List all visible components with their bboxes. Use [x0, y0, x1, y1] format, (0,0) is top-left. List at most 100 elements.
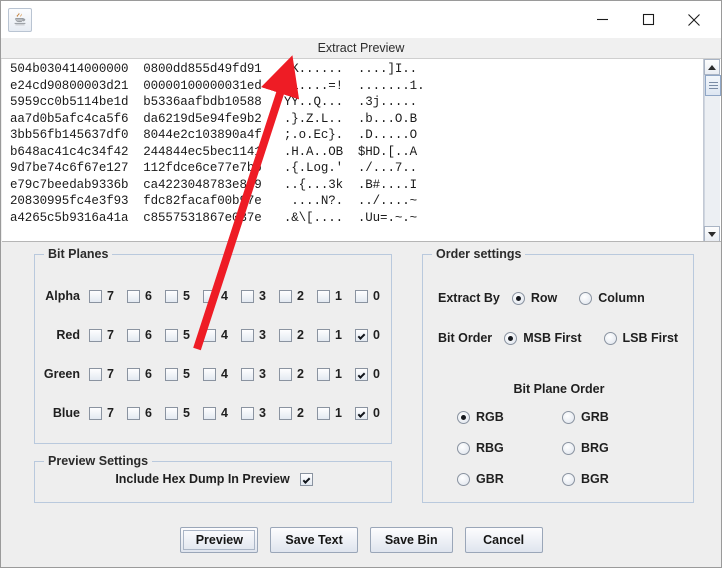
- bit-plane-cell: 5: [165, 406, 203, 420]
- radio-rgb-label: RGB: [476, 410, 504, 424]
- checkbox-green-bit-6[interactable]: [127, 367, 140, 381]
- bit-plane-channel-label: Green: [43, 367, 80, 381]
- bit-index-label: 3: [259, 328, 266, 342]
- checkbox-red-bit-5[interactable]: [165, 328, 178, 342]
- checkbox-red-bit-0[interactable]: [355, 328, 368, 342]
- minimize-icon[interactable]: [579, 2, 625, 38]
- radio-grb-label: GRB: [581, 410, 609, 424]
- scrollbar-thumb[interactable]: [705, 75, 721, 96]
- radio-grb[interactable]: [562, 410, 575, 424]
- radio-brg[interactable]: [562, 441, 575, 455]
- radio-rgb[interactable]: [457, 410, 470, 424]
- checkbox-blue-bit-4[interactable]: [203, 406, 216, 420]
- extract-by-row: Extract By Row Column: [438, 291, 645, 305]
- bit-plane-row-red: Red 7 6 5 4 3 2 1 0: [35, 324, 393, 346]
- bit-plane-order-option-brg[interactable]: BRG: [562, 441, 667, 455]
- radio-column[interactable]: [579, 291, 593, 305]
- radio-lsb-first[interactable]: [603, 331, 617, 345]
- maximize-icon[interactable]: [625, 2, 671, 38]
- checkbox-alpha-bit-4[interactable]: [203, 289, 216, 303]
- preview-settings-group: Preview Settings Include Hex Dump In Pre…: [34, 454, 392, 503]
- bit-plane-order-option-grb[interactable]: GRB: [562, 410, 667, 424]
- checkbox-blue-bit-5[interactable]: [165, 406, 178, 420]
- bit-plane-cell: 6: [127, 367, 165, 381]
- bit-index-label: 4: [221, 289, 228, 303]
- checkbox-green-bit-1[interactable]: [317, 367, 330, 381]
- order-settings-group: Order settings Extract By Row Column Bit…: [422, 247, 694, 503]
- checkbox-alpha-bit-1[interactable]: [317, 289, 330, 303]
- bit-plane-cell: 4: [203, 367, 241, 381]
- java-coffee-cup-icon: [8, 7, 32, 32]
- checkbox-blue-bit-0[interactable]: [355, 406, 368, 420]
- bit-index-label: 1: [335, 289, 342, 303]
- hex-dump-scrollbar[interactable]: [703, 59, 721, 241]
- bit-order-label: Bit Order: [438, 331, 493, 345]
- checkbox-red-bit-3[interactable]: [241, 328, 254, 342]
- scroll-down-arrow-icon[interactable]: [704, 226, 720, 241]
- window-titlebar: [1, 1, 721, 38]
- checkbox-red-bit-4[interactable]: [203, 328, 216, 342]
- bit-plane-order-option-bgr[interactable]: BGR: [562, 472, 667, 486]
- checkbox-blue-bit-6[interactable]: [127, 406, 140, 420]
- bit-plane-order-options: RGB GRB RBG BRG GBR BGR: [457, 410, 667, 486]
- bit-plane-cell: 4: [203, 289, 241, 303]
- scrollbar-track[interactable]: [704, 75, 721, 226]
- bit-index-label: 5: [183, 406, 190, 420]
- bit-plane-cell: 2: [279, 328, 317, 342]
- bit-order-option-msb[interactable]: MSB First: [504, 331, 582, 345]
- checkbox-red-bit-6[interactable]: [127, 328, 140, 342]
- preview-button[interactable]: Preview: [180, 527, 259, 553]
- close-icon[interactable]: [671, 2, 717, 38]
- radio-rbg[interactable]: [457, 441, 470, 455]
- bit-planes-group: Bit Planes Alpha 7 6 5 4 3 2 1 0 Red 7 6 5 4 3 2 1 0 Green…: [34, 247, 393, 444]
- bit-plane-checkbox-group: 7 6 5 4 3 2 1 0: [89, 289, 393, 303]
- radio-gbr[interactable]: [457, 472, 470, 486]
- extract-by-option-column[interactable]: Column: [579, 291, 645, 305]
- bit-plane-order-option-gbr[interactable]: GBR: [457, 472, 562, 486]
- checkbox-green-bit-7[interactable]: [89, 367, 102, 381]
- include-hex-dump-checkbox[interactable]: [299, 472, 313, 486]
- scroll-up-arrow-icon[interactable]: [704, 59, 720, 75]
- checkbox-blue-bit-3[interactable]: [241, 406, 254, 420]
- checkbox-green-bit-0[interactable]: [355, 367, 368, 381]
- bit-plane-cell: 6: [127, 406, 165, 420]
- checkbox-alpha-bit-6[interactable]: [127, 289, 140, 303]
- bit-plane-checkbox-group: 7 6 5 4 3 2 1 0: [89, 328, 393, 342]
- checkbox-green-bit-2[interactable]: [279, 367, 292, 381]
- checkbox-alpha-bit-2[interactable]: [279, 289, 292, 303]
- bit-plane-row-alpha: Alpha 7 6 5 4 3 2 1 0: [35, 285, 393, 307]
- hex-dump-preview-pane[interactable]: 504b030414000000 0800dd855d49fd91 PK....…: [2, 59, 721, 242]
- bit-plane-cell: 4: [203, 406, 241, 420]
- order-settings-legend: Order settings: [432, 247, 526, 261]
- checkbox-blue-bit-7[interactable]: [89, 406, 102, 420]
- radio-row[interactable]: [511, 291, 525, 305]
- checkbox-red-bit-7[interactable]: [89, 328, 102, 342]
- radio-msb-first[interactable]: [504, 331, 518, 345]
- checkbox-green-bit-3[interactable]: [241, 367, 254, 381]
- checkbox-blue-bit-2[interactable]: [279, 406, 292, 420]
- cancel-button[interactable]: Cancel: [464, 527, 543, 553]
- checkbox-green-bit-5[interactable]: [165, 367, 178, 381]
- bit-index-label: 4: [221, 406, 228, 420]
- bit-plane-cell: 5: [165, 289, 203, 303]
- save-bin-button[interactable]: Save Bin: [369, 527, 453, 553]
- bit-plane-channel-label: Blue: [52, 406, 80, 420]
- checkbox-red-bit-1[interactable]: [317, 328, 330, 342]
- extract-by-option-row[interactable]: Row: [511, 291, 557, 305]
- bit-order-option-lsb[interactable]: LSB First: [603, 331, 678, 345]
- checkbox-green-bit-4[interactable]: [203, 367, 216, 381]
- bit-plane-order-option-rgb[interactable]: RGB: [457, 410, 562, 424]
- bit-index-label: 7: [107, 328, 114, 342]
- checkbox-alpha-bit-7[interactable]: [89, 289, 102, 303]
- checkbox-red-bit-2[interactable]: [279, 328, 292, 342]
- bit-plane-order-option-rbg[interactable]: RBG: [457, 441, 562, 455]
- checkbox-blue-bit-1[interactable]: [317, 406, 330, 420]
- checkbox-alpha-bit-3[interactable]: [241, 289, 254, 303]
- bit-index-label: 5: [183, 328, 190, 342]
- radio-bgr[interactable]: [562, 472, 575, 486]
- bit-plane-channel-label: Alpha: [45, 289, 80, 303]
- save-text-button[interactable]: Save Text: [270, 527, 358, 553]
- checkbox-alpha-bit-5[interactable]: [165, 289, 178, 303]
- radio-bgr-label: BGR: [581, 472, 609, 486]
- checkbox-alpha-bit-0[interactable]: [355, 289, 368, 303]
